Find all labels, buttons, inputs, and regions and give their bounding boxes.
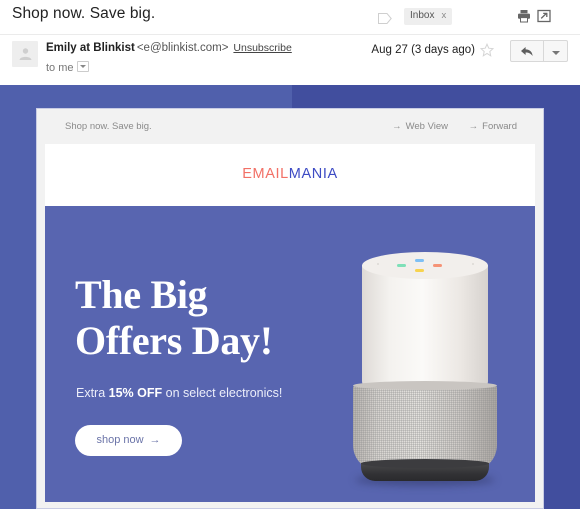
shop-now-button-label: shop now →	[75, 434, 182, 446]
email-logo-band: EMAILMANIA	[45, 144, 535, 206]
product-image-google-home-speaker	[341, 242, 509, 490]
led-indicator-green	[397, 264, 406, 267]
subject-row: Shop now. Save big. Inbox x	[0, 0, 580, 35]
forward-label: Forward	[482, 121, 517, 132]
hero-sub-after: on select electronics!	[162, 386, 283, 400]
forward-link[interactable]: → Forward	[469, 121, 517, 132]
web-view-label: Web View	[405, 121, 449, 132]
speaker-mic-right-icon	[472, 263, 474, 265]
hero-headline: The Big Offers Day!	[75, 272, 273, 363]
label-tag-icon[interactable]	[378, 11, 392, 24]
preheader-links: → Web View → Forward	[374, 121, 517, 132]
brand-logo[interactable]: EMAILMANIA	[45, 166, 535, 182]
star-icon[interactable]	[479, 42, 495, 57]
avatar[interactable]	[12, 41, 38, 67]
label-chip-inbox[interactable]: Inbox x	[404, 8, 453, 25]
sender-row: Emily at Blinkist <e@blinkist.com> Unsubsc…	[0, 35, 580, 85]
speaker-body	[362, 265, 488, 389]
email-hero-section: The Big Offers Day! Extra 15% OFF on sel…	[45, 206, 535, 502]
hero-sub-discount: 15% OFF	[108, 386, 163, 400]
sender-line: Emily at Blinkist <e@blinkist.com> Unsubsc…	[46, 42, 292, 54]
brand-logo-part-one: EMAIL	[242, 166, 289, 182]
arrow-right-icon: →	[392, 121, 402, 132]
speaker-mic-left-icon	[377, 263, 379, 265]
label-chip-remove[interactable]: x	[441, 10, 446, 21]
open-in-new-window-icon[interactable]	[537, 9, 551, 23]
printer-icon[interactable]	[517, 9, 531, 23]
web-view-link[interactable]: → Web View	[392, 121, 448, 132]
reply-button[interactable]	[510, 40, 544, 62]
sender-address: <e@blinkist.com>	[136, 42, 229, 54]
led-indicator-blue	[415, 259, 424, 262]
hero-sub-before: Extra	[76, 386, 109, 400]
gmail-message-view: Shop now. Save big. Inbox x Emily at Bli…	[0, 0, 580, 509]
speaker-mesh-rim	[353, 381, 497, 390]
unsubscribe-link[interactable]: Unsubscribe	[233, 42, 291, 54]
shop-now-text: shop now	[96, 434, 144, 446]
arrow-right-icon: →	[468, 121, 479, 132]
led-indicator-red	[433, 264, 442, 267]
hero-subheadline: Extra 15% OFF on select electronics!	[76, 386, 282, 400]
led-indicator-yellow	[415, 269, 424, 272]
label-chip-text: Inbox	[410, 10, 435, 21]
sender-name: Emily at Blinkist	[46, 42, 135, 54]
message-date: Aug 27 (3 days ago)	[371, 44, 475, 56]
email-body-card: Shop now. Save big. → Web View → Forward E…	[36, 108, 544, 509]
email-preheader-bar: Shop now. Save big. → Web View → Forward	[37, 109, 543, 144]
shop-now-button[interactable]: shop now →	[75, 425, 182, 456]
arrow-right-icon: →	[149, 434, 161, 446]
gmail-header: Shop now. Save big. Inbox x Emily at Bli…	[0, 0, 580, 85]
chevron-down-icon[interactable]	[76, 61, 89, 72]
page-title: Shop now. Save big.	[12, 5, 156, 22]
more-actions-button[interactable]	[544, 40, 568, 62]
brand-logo-part-two: MANIA	[288, 166, 338, 182]
recipient-line[interactable]: to me	[46, 60, 89, 74]
recipient-label: to me	[46, 62, 74, 74]
preheader-text: Shop now. Save big.	[65, 121, 152, 132]
speaker-top-surface	[362, 252, 488, 279]
speaker-base-rim	[361, 459, 489, 468]
